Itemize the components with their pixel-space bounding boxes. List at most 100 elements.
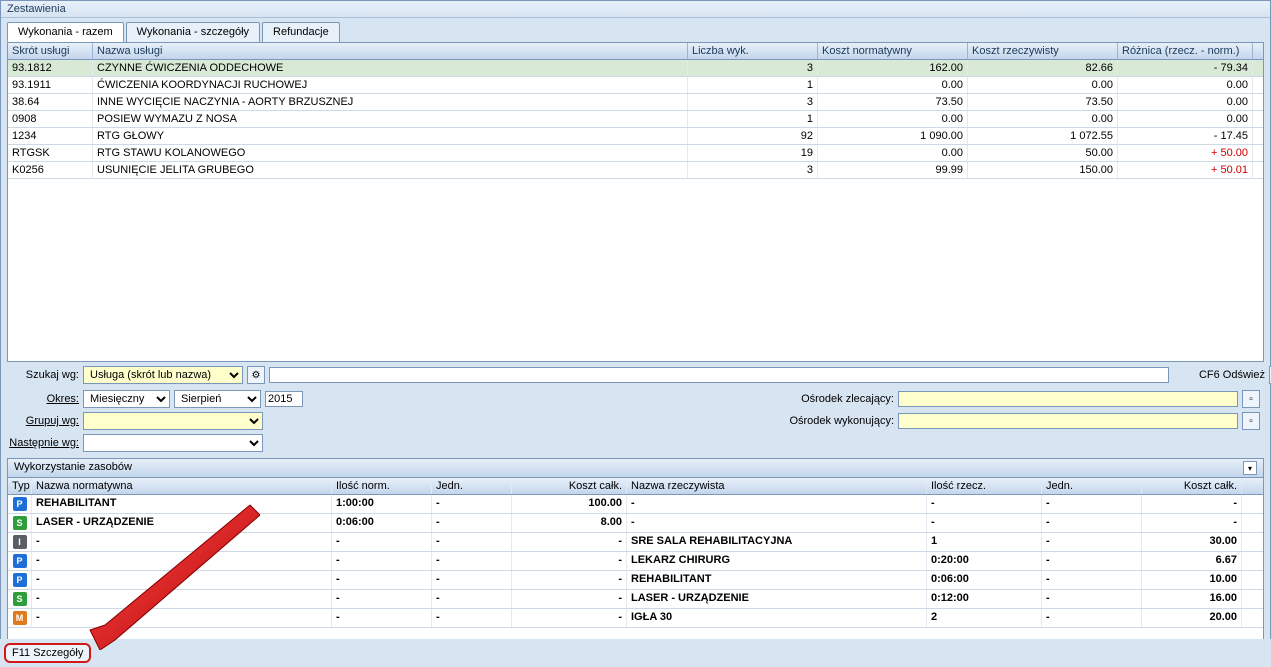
cell: RTGSK: [8, 145, 93, 161]
col-skrot[interactable]: Skrót usługi: [8, 43, 93, 59]
cell: 92: [688, 128, 818, 144]
window-title: Zestawienia: [1, 1, 1270, 18]
cell: 1 090.00: [818, 128, 968, 144]
res-col-nazwa-rzecz[interactable]: Nazwa rzeczywista: [627, 478, 927, 494]
details-button[interactable]: F11 Szczegóły: [4, 643, 91, 663]
resource-row[interactable]: SLASER - URZĄDZENIE0:06:00-8.00----: [8, 514, 1263, 533]
cell: -: [1042, 495, 1142, 513]
cell: 2: [927, 609, 1042, 627]
resource-row[interactable]: S----LASER - URZĄDZENIE0:12:00-16.00: [8, 590, 1263, 609]
filter-row-nastepnie: Następnie wg:: [1, 432, 1270, 454]
res-col-koszt-calk-n[interactable]: Koszt całk.: [512, 478, 627, 494]
res-col-jedn-r[interactable]: Jedn.: [1042, 478, 1142, 494]
grid-header-row: Skrót usługi Nazwa usługi Liczba wyk. Ko…: [8, 43, 1263, 60]
tab-refundacje[interactable]: Refundacje: [262, 22, 340, 42]
collapse-icon[interactable]: ▾: [1243, 461, 1257, 475]
tab-wykonania-szczegoly[interactable]: Wykonania - szczegóły: [126, 22, 260, 42]
resource-row[interactable]: P----LEKARZ CHIRURG0:20:00-6.67: [8, 552, 1263, 571]
szukaj-select[interactable]: Usługa (skrót lub nazwa): [83, 366, 243, 384]
cell: 162.00: [818, 60, 968, 76]
col-nazwa[interactable]: Nazwa usługi: [93, 43, 688, 59]
table-row[interactable]: K0256USUNIĘCIE JELITA GRUBEGO399.99150.0…: [8, 162, 1263, 179]
cell: 1:00:00: [332, 495, 432, 513]
table-row[interactable]: 1234RTG GŁOWY921 090.001 072.55- 17.45: [8, 128, 1263, 145]
cell: SRE SALA REHABILITACYJNA: [627, 533, 927, 551]
cell: -: [1042, 571, 1142, 589]
table-row[interactable]: 93.1911ĆWICZENIA KOORDYNACJI RUCHOWEJ10.…: [8, 77, 1263, 94]
col-koszt-norm[interactable]: Koszt normatywny: [818, 43, 968, 59]
cell: -: [432, 495, 512, 513]
res-col-ilosc-rzecz[interactable]: Ilość rzecz.: [927, 478, 1042, 494]
cell: 93.1812: [8, 60, 93, 76]
okres-type[interactable]: Miesięczny: [83, 390, 170, 408]
cell: 3: [688, 162, 818, 178]
cell: 0.00: [1118, 94, 1253, 110]
cell: ĆWICZENIA KOORDYNACJI RUCHOWEJ: [93, 77, 688, 93]
cell: -: [32, 552, 332, 570]
resource-row[interactable]: I----SRE SALA REHABILITACYJNA1-30.00: [8, 533, 1263, 552]
table-row[interactable]: RTGSKRTG STAWU KOLANOWEGO190.0050.00+ 50…: [8, 145, 1263, 162]
szukaj-label: Szukaj wg:: [9, 369, 79, 381]
cell: - 79.34: [1118, 60, 1253, 76]
cell: -: [1142, 514, 1242, 532]
cell: 0:06:00: [332, 514, 432, 532]
col-roznica[interactable]: Różnica (rzecz. - norm.): [1118, 43, 1253, 59]
cell: REHABILITANT: [627, 571, 927, 589]
cell: + 50.00: [1118, 145, 1253, 161]
filter-panel: Szukaj wg: Usługa (skrót lub nazwa) ⚙ CF…: [1, 362, 1270, 388]
osrodek-zlec-input[interactable]: [898, 391, 1238, 407]
res-col-typ[interactable]: Typ: [8, 478, 32, 494]
cell: 0:06:00: [927, 571, 1042, 589]
type-badge-cell: S: [8, 514, 32, 532]
grid-body[interactable]: 93.1812CZYNNE ĆWICZENIA ODDECHOWE 3 162.00…: [8, 60, 1263, 360]
cell: 0.00: [1118, 77, 1253, 93]
table-row[interactable]: 93.1812CZYNNE ĆWICZENIA ODDECHOWE3162.00…: [8, 60, 1263, 77]
osrodek-wyk-input[interactable]: [898, 413, 1238, 429]
table-row[interactable]: 0908POSIEW WYMAZU Z NOSA10.000.000.00: [8, 111, 1263, 128]
cell: CZYNNE ĆWICZENIA ODDECHOWE: [93, 60, 688, 76]
okres-year[interactable]: [265, 391, 303, 407]
cell: IGŁA 30: [627, 609, 927, 627]
resource-row[interactable]: M----IGŁA 302-20.00: [8, 609, 1263, 628]
osrodek-zlec-lookup-icon[interactable]: ▫: [1242, 390, 1260, 408]
okres-month[interactable]: Sierpień: [174, 390, 261, 408]
col-liczba[interactable]: Liczba wyk.: [688, 43, 818, 59]
type-badge-icon: I: [13, 535, 27, 549]
type-badge-cell: P: [8, 552, 32, 570]
cell: RTG GŁOWY: [93, 128, 688, 144]
type-badge-cell: P: [8, 571, 32, 589]
cell: 1: [927, 533, 1042, 551]
cell: 1: [688, 77, 818, 93]
cell: 0.00: [818, 77, 968, 93]
res-col-jedn-n[interactable]: Jedn.: [432, 478, 512, 494]
cell: USUNIĘCIE JELITA GRUBEGO: [93, 162, 688, 178]
cell: -: [512, 609, 627, 627]
grupuj-select[interactable]: [83, 412, 263, 430]
resource-row[interactable]: P----REHABILITANT0:06:00-10.00: [8, 571, 1263, 590]
cell: -: [432, 609, 512, 627]
osrodek-wyk-lookup-icon[interactable]: ▫: [1242, 412, 1260, 430]
gear-icon[interactable]: ⚙: [247, 366, 265, 384]
cell: 150.00: [968, 162, 1118, 178]
nastepnie-label: Następnie wg:: [9, 437, 79, 449]
col-koszt-rzecz[interactable]: Koszt rzeczywisty: [968, 43, 1118, 59]
cell: -: [332, 590, 432, 608]
resource-row[interactable]: PREHABILITANT1:00:00-100.00----: [8, 495, 1263, 514]
cell: -: [512, 590, 627, 608]
table-row[interactable]: 38.64INNE WYCIĘCIE NACZYNIA - AORTY BRZU…: [8, 94, 1263, 111]
cell: 1: [688, 111, 818, 127]
nastepnie-select[interactable]: [83, 434, 263, 452]
cell: K0256: [8, 162, 93, 178]
type-badge-icon: M: [13, 611, 27, 625]
res-col-koszt-calk-r[interactable]: Koszt całk.: [1142, 478, 1242, 494]
tab-wykonania-razem[interactable]: Wykonania - razem: [7, 22, 124, 42]
refresh-label[interactable]: CF6 Odśwież: [1199, 369, 1265, 381]
res-col-ilosc-norm[interactable]: Ilość norm.: [332, 478, 432, 494]
search-input[interactable]: [269, 367, 1169, 383]
osrodek-wyk-label: Ośrodek wykonujący:: [774, 415, 894, 427]
type-badge-cell: P: [8, 495, 32, 513]
cell: 0.00: [818, 145, 968, 161]
cell: -: [627, 514, 927, 532]
res-col-nazwa-norm[interactable]: Nazwa normatywna: [32, 478, 332, 494]
grupuj-label: Grupuj wg:: [9, 415, 79, 427]
